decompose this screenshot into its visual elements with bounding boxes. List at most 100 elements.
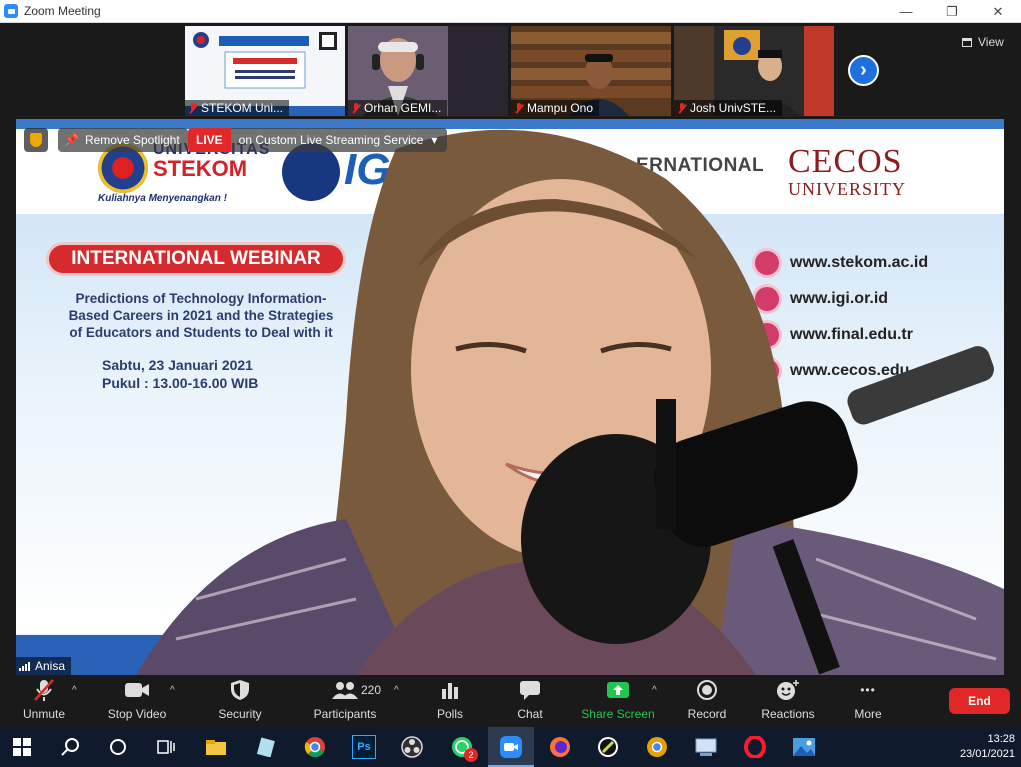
url-text: www.cecos.edu xyxy=(790,362,910,379)
globe-icon xyxy=(752,248,782,278)
chrome-icon[interactable] xyxy=(303,735,327,759)
url-text: www.stekom.ac.id xyxy=(790,254,929,271)
security-shield-icon[interactable] xyxy=(24,128,48,152)
participant-thumbnail[interactable]: STEKOM Uni... xyxy=(185,26,345,116)
system-clock[interactable]: 13:28 23/01/2021 xyxy=(960,732,1015,762)
security-label: Security xyxy=(218,707,262,721)
share-screen-button[interactable]: Share Screen xyxy=(580,675,656,727)
record-label: Record xyxy=(687,707,727,721)
view-grid-icon xyxy=(962,37,972,47)
view-menu-button[interactable]: View xyxy=(962,35,1004,49)
mic-muted-icon xyxy=(352,102,360,114)
topic-line-1: Predictions of Technology Information- xyxy=(75,291,327,306)
reactions-button[interactable]: Reactions xyxy=(757,675,819,727)
globe-icon xyxy=(752,320,782,350)
cecos-logo-text: CECOS xyxy=(788,143,903,180)
close-button[interactable]: ✕ xyxy=(975,0,1021,23)
window-titlebar: Zoom Meeting — ❐ ✕ xyxy=(0,0,1021,23)
windows-start-icon[interactable] xyxy=(10,735,34,759)
webinar-date: Sabtu, 23 Januari 2021 xyxy=(102,357,253,373)
participant-thumbnail[interactable]: Josh UnivSTE... xyxy=(674,26,834,116)
participants-icon xyxy=(331,678,359,702)
thumbnail-name-tag: Orhan GEMI... xyxy=(348,100,448,116)
remove-spotlight-button[interactable]: 📌 Remove Spotlight xyxy=(58,128,188,152)
url-item: www.cecos.edu xyxy=(752,356,909,386)
signal-bars-icon xyxy=(19,661,30,671)
polls-button[interactable]: Polls xyxy=(425,675,475,727)
notification-badge: 2 xyxy=(464,748,478,762)
mic-muted-icon xyxy=(33,678,55,702)
unmute-button[interactable]: Unmute xyxy=(14,675,74,727)
stekom-line2: STEKOM xyxy=(153,156,248,181)
search-icon[interactable] xyxy=(58,735,82,759)
unmute-label: Unmute xyxy=(22,707,66,721)
shield-icon xyxy=(230,678,250,702)
file-explorer-icon[interactable] xyxy=(204,735,228,759)
webinar-title: INTERNATIONAL WEBINAR xyxy=(46,242,346,276)
stop-video-button[interactable]: Stop Video xyxy=(102,675,172,727)
url-item: www.final.edu.tr xyxy=(752,320,913,350)
stream-service-label: on Custom Live Streaming Service xyxy=(238,133,424,147)
stop-video-label: Stop Video xyxy=(107,707,167,721)
record-icon xyxy=(696,678,718,702)
chat-label: Chat xyxy=(517,707,543,721)
webinar-topic: Predictions of Technology Information- B… xyxy=(46,290,356,341)
more-button[interactable]: ••• More xyxy=(843,675,893,727)
participant-name: STEKOM Uni... xyxy=(201,101,284,115)
reactions-label: Reactions xyxy=(761,707,815,721)
remote-desktop-icon[interactable] xyxy=(694,735,718,759)
cortana-icon[interactable] xyxy=(106,735,130,759)
next-page-button[interactable]: › xyxy=(848,55,879,86)
topic-line-3: of Educators and Students to Deal with i… xyxy=(69,325,333,340)
pin-icon: 📌 xyxy=(64,133,79,147)
zoom-app-icon xyxy=(4,4,18,18)
security-button[interactable]: Security xyxy=(210,675,270,727)
remove-spotlight-label: Remove Spotlight xyxy=(84,133,180,147)
share-options-caret[interactable]: ^ xyxy=(652,685,657,696)
windows-taskbar: Ps 2 13:28 23/01/2021 xyxy=(0,727,1021,767)
audio-options-caret[interactable]: ^ xyxy=(72,685,77,696)
globe-icon xyxy=(752,284,782,314)
topic-line-2: Based Careers in 2021 and the Strategies xyxy=(68,308,334,323)
meeting-controls: Unmute ^ Stop Video ^ Security Participa… xyxy=(0,675,1021,727)
obs-icon[interactable] xyxy=(400,735,424,759)
url-text: www.final.edu.tr xyxy=(790,326,913,343)
minimize-button[interactable]: — xyxy=(883,0,929,23)
mic-muted-icon xyxy=(678,102,686,114)
participants-options-caret[interactable]: ^ xyxy=(394,685,399,696)
thumbnail-name-tag: Mampu Ono xyxy=(511,100,600,116)
clock-date: 23/01/2021 xyxy=(959,748,1015,760)
photos-icon[interactable] xyxy=(792,735,816,759)
chat-button[interactable]: Chat xyxy=(505,675,555,727)
zoom-icon xyxy=(499,735,523,759)
igi-text: IGI xyxy=(344,145,403,194)
opera-icon[interactable] xyxy=(743,735,767,759)
firefox-icon[interactable] xyxy=(548,735,572,759)
meeting-area: STEKOM Uni... Orhan GEMI... Mampu Ono Jo… xyxy=(0,23,1021,675)
video-camera-icon xyxy=(124,678,150,702)
chrome-canary-icon[interactable] xyxy=(645,735,669,759)
mic-muted-icon xyxy=(515,102,523,114)
notepad-icon[interactable] xyxy=(254,735,278,759)
stream-service-dropdown[interactable]: on Custom Live Streaming Service ▾ xyxy=(230,128,448,152)
inkscape-icon[interactable] xyxy=(596,735,620,759)
live-stream-indicator[interactable]: LIVE on Custom Live Streaming Service ▾ xyxy=(188,128,448,152)
polls-label: Polls xyxy=(436,707,463,721)
participant-name: Orhan GEMI... xyxy=(364,101,442,115)
zoom-taskbar-button[interactable] xyxy=(488,727,534,767)
photoshop-icon[interactable]: Ps xyxy=(352,735,376,759)
igi-sub-2: Guru xyxy=(416,157,443,169)
participant-thumbnail[interactable]: Mampu Ono xyxy=(511,26,671,116)
url-item: www.stekom.ac.id xyxy=(752,248,928,278)
task-view-icon[interactable] xyxy=(154,735,178,759)
video-options-caret[interactable]: ^ xyxy=(170,685,175,696)
participant-thumbnail[interactable]: Orhan GEMI... xyxy=(348,26,508,116)
restore-button[interactable]: ❐ xyxy=(929,0,975,23)
record-button[interactable]: Record xyxy=(682,675,732,727)
smiley-icon xyxy=(776,678,800,702)
whatsapp-icon[interactable]: 2 xyxy=(450,735,478,762)
participant-name: Josh UnivSTE... xyxy=(690,101,777,115)
participant-name: Mampu Ono xyxy=(527,101,594,115)
end-meeting-button[interactable]: End xyxy=(949,688,1010,714)
chat-bubble-icon xyxy=(519,678,541,702)
